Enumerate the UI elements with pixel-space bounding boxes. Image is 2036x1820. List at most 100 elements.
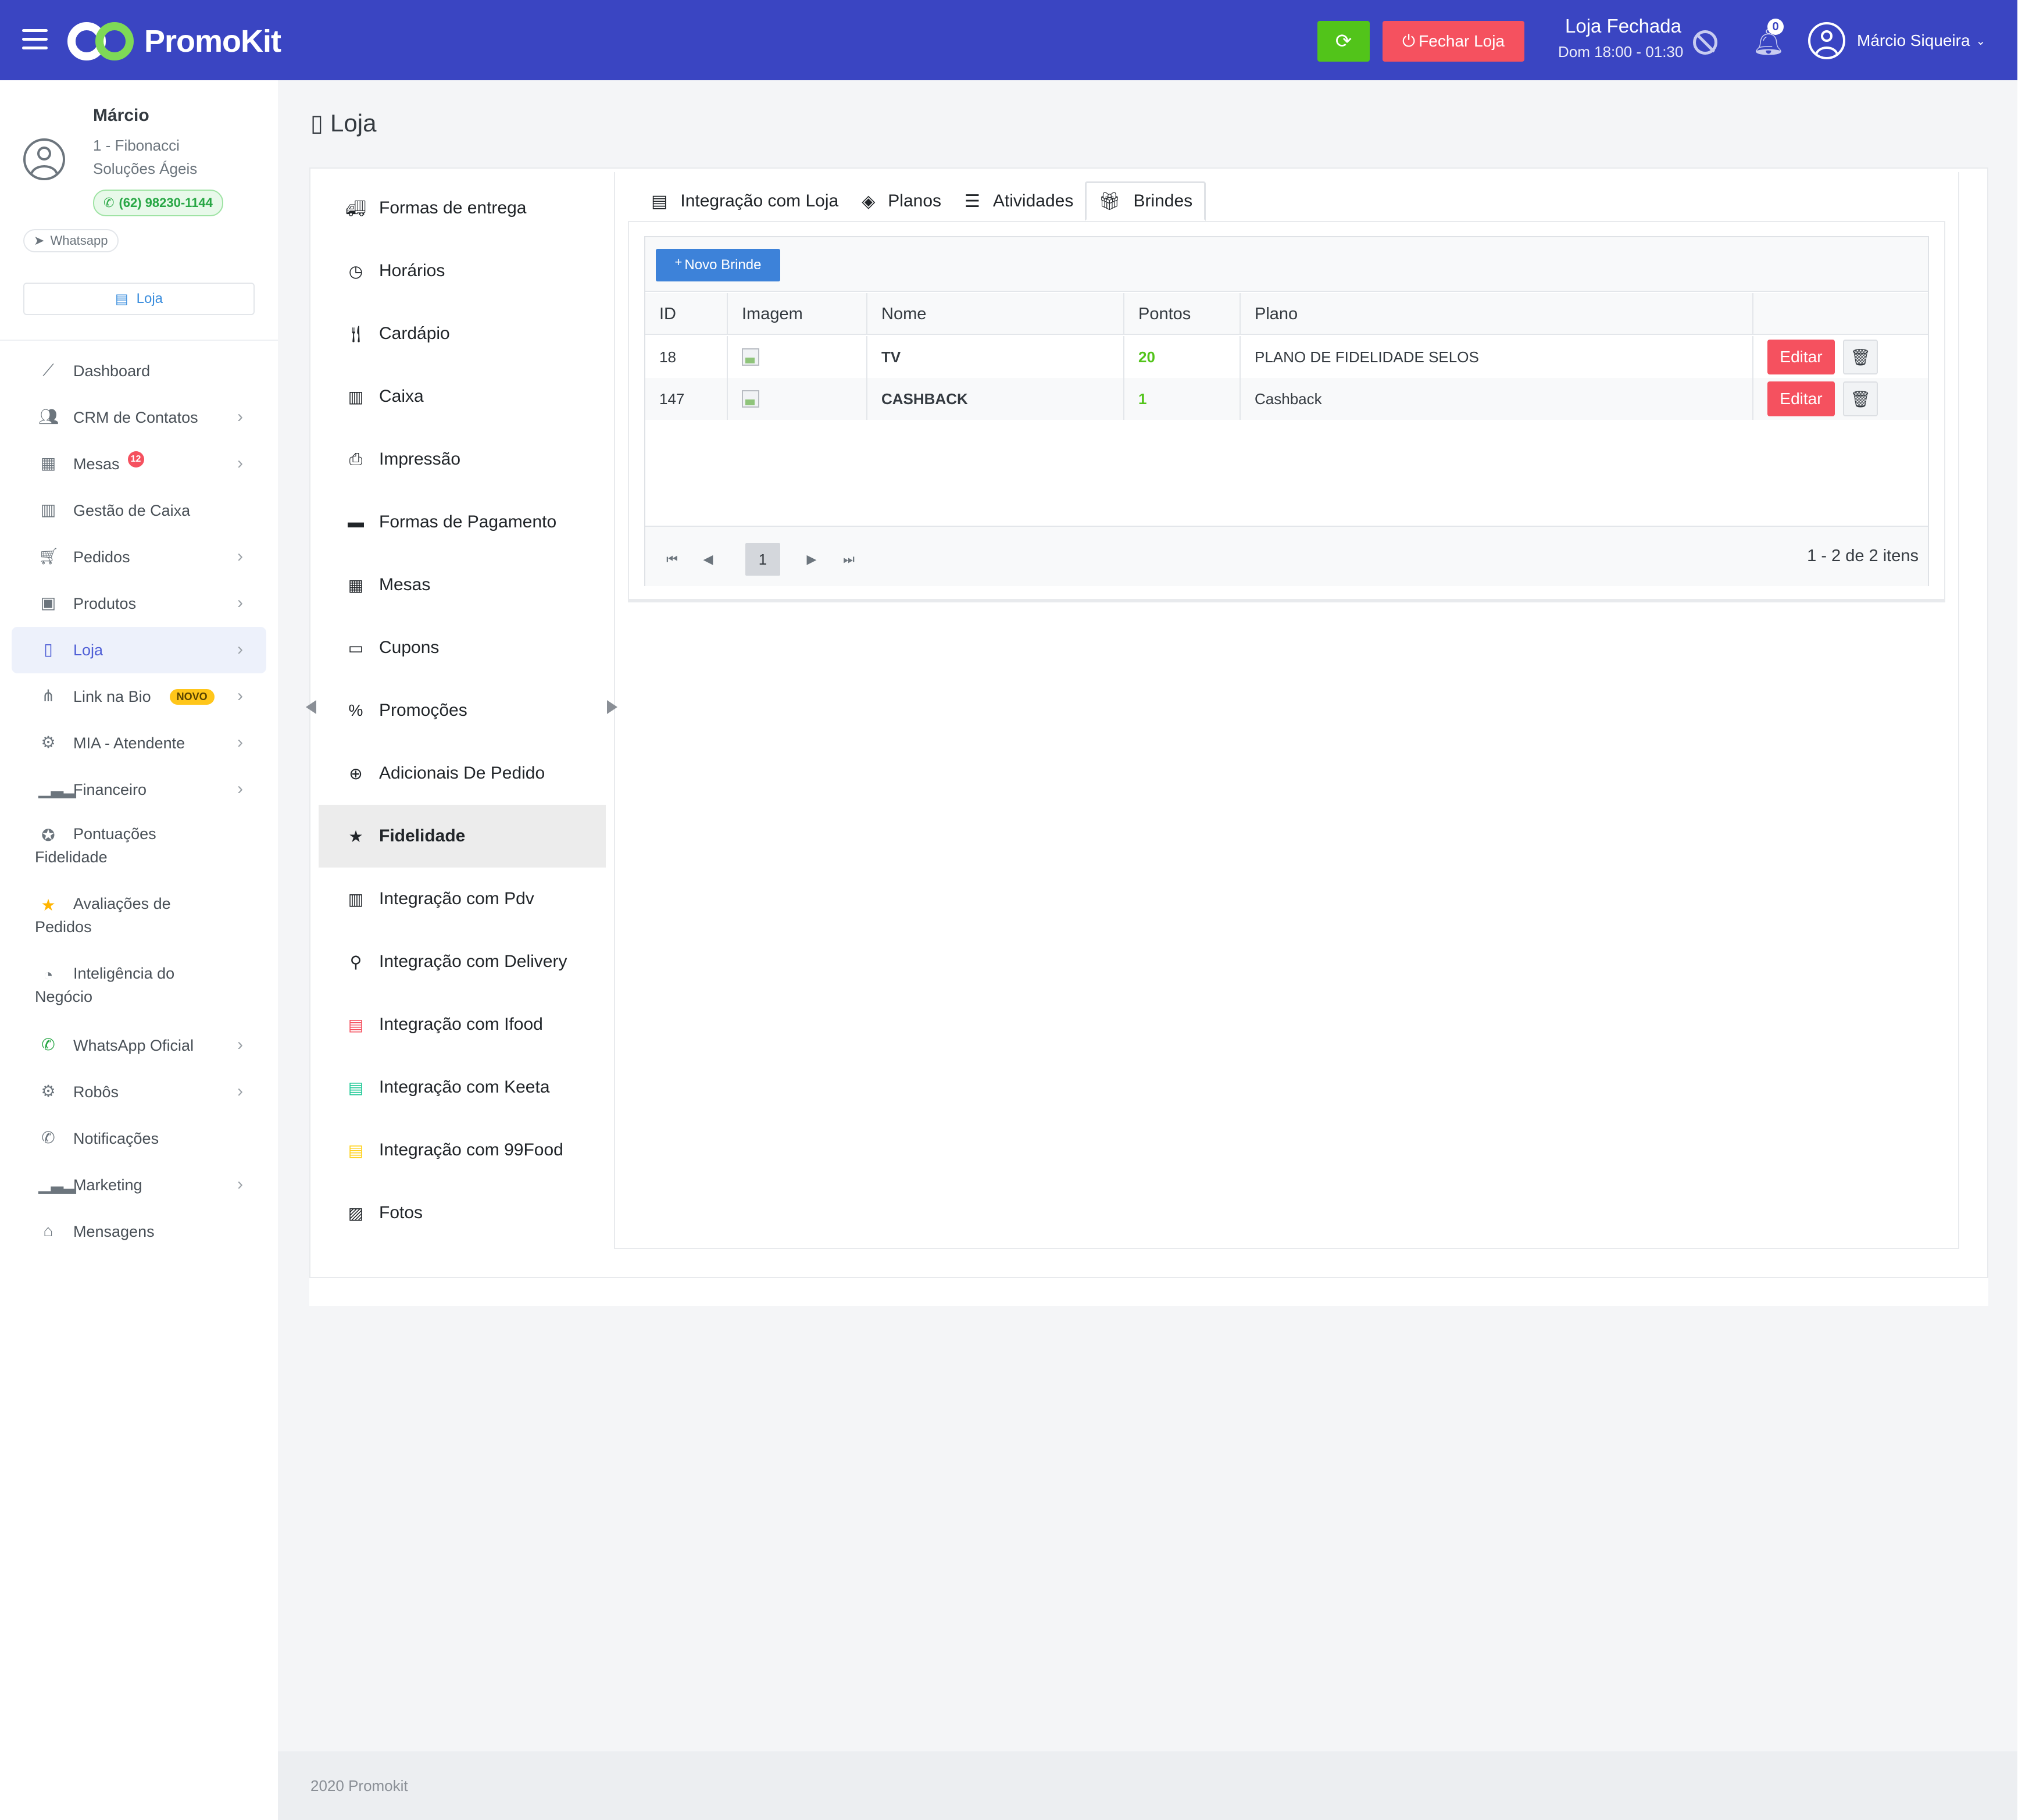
prev-page-icon[interactable]: ◀ [698,543,719,576]
settings-item-addons[interactable]: ⊕ Adicionais De Pedido [319,742,606,805]
next-page-icon[interactable]: ▶ [801,543,822,576]
settings-item-photos[interactable]: ▨ Fotos [319,1182,606,1244]
settings-item-loyalty[interactable]: ★ Fidelidade [319,805,606,868]
tab-activities[interactable]: ☰ Atividades [953,181,1085,221]
sidebar-item-produtos[interactable]: ▣ Produtos › [12,580,266,627]
cell-name: TV [867,336,1124,378]
delete-button[interactable]: 🗑︎ [1843,381,1878,416]
cash-register-icon: ▥ [348,387,364,406]
tab-store-integration[interactable]: ▤ Integração com Loja [640,181,850,221]
settings-item-coupons[interactable]: ▭ Cupons [319,616,606,679]
column-header-actions [1753,293,1928,335]
settings-item-label: Cardápio [379,324,450,343]
cell-image [728,336,867,378]
edit-button[interactable]: Editar [1767,340,1835,374]
new-badge: NOVO [169,688,215,705]
sidebar-item-financeiro[interactable]: ▁▃▂ Financeiro › [12,766,266,813]
logo[interactable]: PromoKit [67,19,281,64]
sidebar-item-label: Gestão de Caixa [73,501,191,519]
column-header[interactable]: ID [645,293,728,335]
pager-info: 1 - 2 de 2 itens [1807,547,1919,565]
menu-icon[interactable] [22,29,48,50]
settings-item-label: Promoções [379,701,467,720]
sidebar-item-dashboard[interactable]: ⟋ Dashboard [12,348,266,394]
scroll-left-arrow[interactable] [306,700,316,714]
sidebar-item-label: CRM de Contatos [73,408,198,426]
chevron-down-icon: ⌄ [1976,34,1986,48]
settings-item-delivery[interactable]: 🚚︎ Formas de entrega [319,177,606,240]
sidebar-item-label: Financeiro [73,780,147,798]
tab-plans[interactable]: ◈ Planos [850,181,953,221]
cell-points: 20 [1124,336,1241,378]
settings-item-promotions[interactable]: % Promoções [319,679,606,742]
column-header[interactable]: Pontos [1124,293,1241,335]
building-icon: ▯ [310,110,324,136]
new-gift-button[interactable]: + Novo Brinde [656,249,780,281]
column-header[interactable]: Imagem [728,293,867,335]
refresh-button[interactable]: ⟳ [1317,21,1370,62]
settings-item-tables[interactable]: ▦ Mesas [319,554,606,616]
sidebar-item-crm[interactable]: 👥︎ CRM de Contatos › [12,394,266,441]
settings-item-label: Horários [379,261,445,280]
delete-button[interactable]: 🗑︎ [1843,340,1878,374]
sidebar-item-loja[interactable]: ▯ Loja › [12,627,266,673]
notification-badge: 0 [1767,19,1784,35]
scrollbar[interactable] [2017,0,2036,1820]
whatsapp-icon: ✆ [103,195,115,210]
page-number[interactable]: 1 [745,543,780,576]
edit-button[interactable]: Editar [1767,381,1835,416]
settings-item-pdv[interactable]: ▥ Integração com Pdv [319,868,606,930]
sidebar-item-label: Robôs [73,1083,119,1101]
sidebar-item-inteligencia[interactable]: ◔ Inteligência do Negócio [12,952,266,1022]
profile-company: 1 - Fibonacci Soluções Ágeis [93,137,198,177]
new-gift-label: Novo Brinde [684,257,762,273]
tab-label: Planos [888,191,942,210]
sidebar-item-notificacoes[interactable]: ✆ Notificações [12,1115,266,1162]
settings-item-hours[interactable]: ◷ Horários [319,240,606,302]
sidebar-item-whatsapp-oficial[interactable]: ✆ WhatsApp Oficial › [12,1022,266,1069]
tab-gifts[interactable]: 🎁︎ Brindes [1085,181,1206,221]
settings-item-payment[interactable]: ▬ Formas de Pagamento [319,491,606,554]
store-status-text: Loja Fechada [1565,15,1681,37]
grid-header: ID Imagem Nome Pontos Plano [645,293,1928,335]
settings-item-ifood[interactable]: ▤ Integração com Ifood [319,993,606,1056]
sidebar-item-pontuacoes[interactable]: ✪ Pontuações Fidelidade [12,813,266,883]
sidebar-item-label: Pedidos [73,548,130,566]
clock-icon: ◷ [348,262,363,280]
settings-item-label: Formas de entrega [379,198,527,217]
sidebar-item-mensagens[interactable]: ⌂ Mensagens [12,1208,266,1255]
sidebar-item-pedidos[interactable]: 🛒︎ Pedidos › [12,534,266,580]
settings-item-printing[interactable]: ⎙ Impressão [319,428,606,491]
table-row: 147 CASHBACK 1 Cashback Editar 🗑︎ [645,378,1928,420]
sidebar-item-mesas[interactable]: ▦ Mesas 12 › [12,441,266,487]
whatsapp-button[interactable]: ➤ Whatsapp [23,229,119,252]
column-header[interactable]: Nome [867,293,1124,335]
settings-item-99food[interactable]: ▤ Integração com 99Food [319,1119,606,1182]
sidebar-item-avaliacoes[interactable]: ★ Avaliações de Pedidos [12,883,266,952]
settings-item-delivery-integration[interactable]: ⚲ Integração com Delivery [319,930,606,993]
sidebar-item-marketing[interactable]: ▁▃▂ Marketing › [12,1162,266,1208]
settings-item-keeta[interactable]: ▤ Integração com Keeta [319,1056,606,1119]
last-page-icon[interactable]: ⏭ [838,543,859,576]
user-menu[interactable]: Márcio Siqueira ⌄ [1808,22,1985,59]
send-icon: ➤ [34,233,45,248]
sidebar-item-link-bio[interactable]: ⋔ Link na Bio NOVO › [12,673,266,720]
store-link[interactable]: ▤ Loja [23,283,255,315]
power-icon: ⏻ [1402,31,1416,50]
sidebar-item-cash[interactable]: ▥ Gestão de Caixa [12,487,266,534]
phone-badge[interactable]: ✆ (62) 98230-1144 [93,190,223,216]
bar-chart-icon: ▁▃▂ [38,780,76,798]
sidebar-item-mia[interactable]: ⚙︎ MIA - Atendente › [12,720,266,766]
settings-item-menu[interactable]: 🍴︎ Cardápio [319,302,606,365]
divider [0,340,278,341]
user-name: Márcio Siqueira [1857,31,1970,49]
settings-item-label: Integração com Delivery [379,952,567,971]
table-row: 18 TV 20 PLANO DE FIDELIDADE SELOS Edita… [645,336,1928,378]
sidebar-item-robos[interactable]: ⚙︎ Robôs › [12,1069,266,1115]
settings-item-cashier[interactable]: ▥ Caixa [319,365,606,428]
column-header[interactable]: Plano [1241,293,1753,335]
close-store-button[interactable]: ⏻ Fechar Loja [1383,21,1524,62]
grid-pager: ⏮ ◀ 1 ▶ ⏭ 1 - 2 de 2 itens [645,526,1928,586]
first-page-icon[interactable]: ⏮ [662,543,683,576]
cell-actions: Editar 🗑︎ [1753,336,1928,378]
